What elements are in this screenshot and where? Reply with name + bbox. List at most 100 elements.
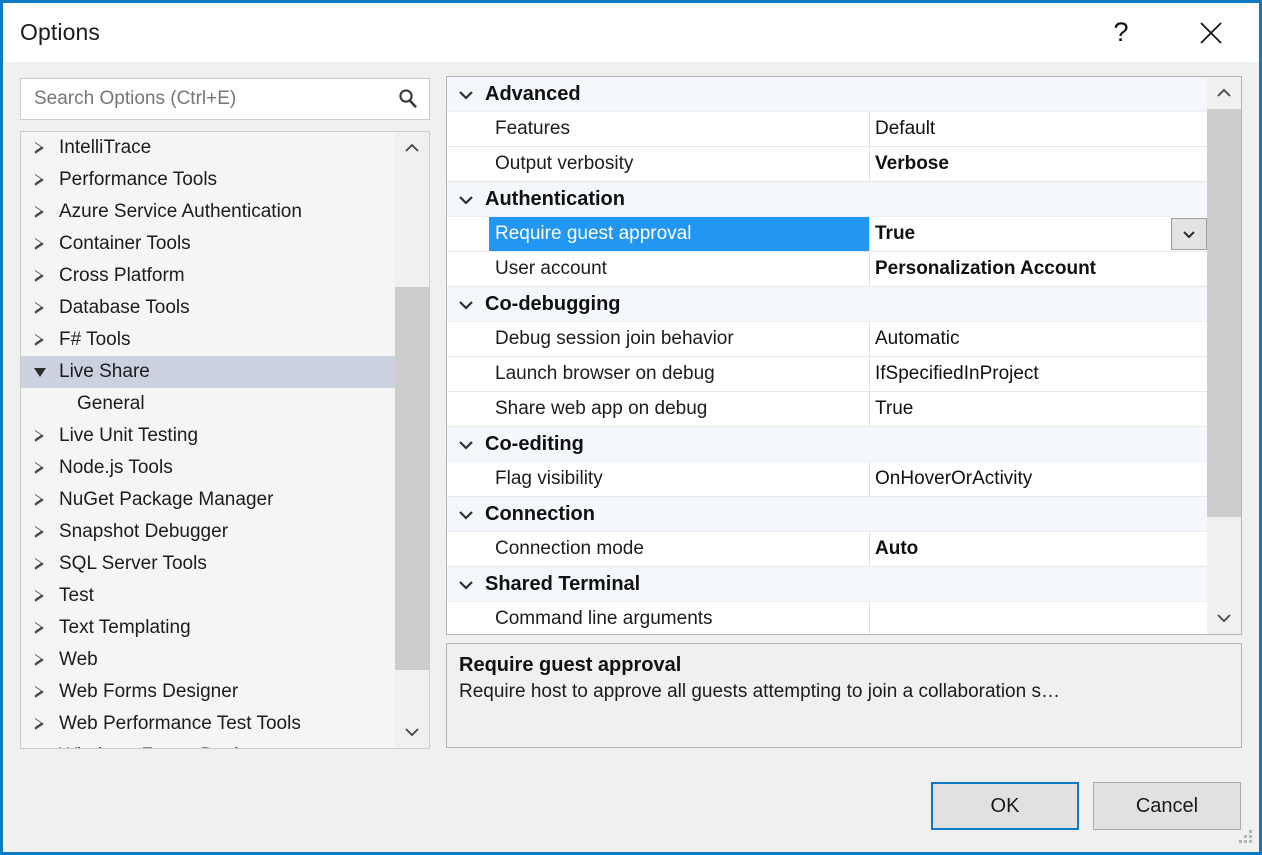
tree-scrollbar[interactable] — [395, 132, 429, 748]
property-value[interactable]: IfSpecifiedInProject — [869, 357, 1207, 391]
grid-category-shared-terminal[interactable]: Shared Terminal — [447, 567, 1207, 602]
property-value[interactable]: Auto — [869, 532, 1207, 566]
grid-row-share-web-app-on-debug[interactable]: Share web app on debugTrue — [447, 392, 1207, 427]
tree-item-test[interactable]: Test — [21, 580, 395, 612]
tree-expand-toggle[interactable] — [27, 174, 51, 187]
cancel-button[interactable]: Cancel — [1093, 782, 1241, 830]
search-input[interactable] — [21, 88, 387, 110]
grid-category-advanced[interactable]: Advanced — [447, 77, 1207, 112]
tree-item-f-tools[interactable]: F# Tools — [21, 324, 395, 356]
grid-row-flag-visibility[interactable]: Flag visibilityOnHoverOrActivity — [447, 462, 1207, 497]
tree-item-windows-forms-designer[interactable]: Windows Forms Designer — [21, 740, 395, 749]
property-value[interactable]: Default — [869, 112, 1207, 146]
grid-row-require-guest-approval[interactable]: Require guest approvalTrue — [447, 217, 1207, 252]
tree-collapse-toggle[interactable] — [27, 366, 51, 379]
tree-item-intellitrace[interactable]: IntelliTrace — [21, 132, 395, 164]
tree-scroll-thumb[interactable] — [395, 287, 429, 670]
property-value[interactable]: OnHoverOrActivity — [869, 462, 1207, 496]
property-value[interactable]: True — [869, 392, 1207, 426]
grid-row-command-line-arguments[interactable]: Command line arguments — [447, 602, 1207, 635]
tree-item-text-templating[interactable]: Text Templating — [21, 612, 395, 644]
tree-item-live-unit-testing[interactable]: Live Unit Testing — [21, 420, 395, 452]
grid-scrollbar[interactable] — [1207, 77, 1241, 634]
category-collapse-toggle[interactable] — [447, 88, 485, 101]
tree-expand-toggle[interactable] — [27, 142, 51, 155]
help-button[interactable]: ? — [1093, 3, 1149, 62]
property-value[interactable]: Verbose — [869, 147, 1207, 181]
search-box[interactable] — [20, 78, 430, 120]
tree-expand-toggle[interactable] — [27, 558, 51, 571]
tree-item-web-performance-test-tools[interactable]: Web Performance Test Tools — [21, 708, 395, 740]
tree-expand-toggle[interactable] — [27, 494, 51, 507]
property-name: Features — [489, 112, 869, 146]
tree-item-web-forms-designer[interactable]: Web Forms Designer — [21, 676, 395, 708]
triangle-right-icon — [35, 622, 44, 635]
tree-expand-toggle[interactable] — [27, 654, 51, 667]
grid-scroll-down-button[interactable] — [1207, 602, 1241, 634]
grid-row-features[interactable]: FeaturesDefault — [447, 112, 1207, 147]
grid-row-output-verbosity[interactable]: Output verbosityVerbose — [447, 147, 1207, 182]
triangle-right-icon — [35, 334, 44, 347]
options-property-grid[interactable]: AdvancedFeaturesDefaultOutput verbosityV… — [446, 76, 1242, 635]
tree-expand-toggle[interactable] — [27, 238, 51, 251]
tree-item-azure-service-authentication[interactable]: Azure Service Authentication — [21, 196, 395, 228]
grid-scroll-up-button[interactable] — [1207, 77, 1241, 109]
ok-button[interactable]: OK — [931, 782, 1079, 830]
tree-expand-toggle[interactable] — [27, 590, 51, 603]
triangle-right-icon — [35, 462, 44, 475]
tree-item-node-js-tools[interactable]: Node.js Tools — [21, 452, 395, 484]
tree-expand-toggle[interactable] — [27, 430, 51, 443]
tree-item-database-tools[interactable]: Database Tools — [21, 292, 395, 324]
tree-item-snapshot-debugger[interactable]: Snapshot Debugger — [21, 516, 395, 548]
grid-row-launch-browser-on-debug[interactable]: Launch browser on debugIfSpecifiedInProj… — [447, 357, 1207, 392]
grid-category-authentication[interactable]: Authentication — [447, 182, 1207, 217]
property-name: Flag visibility — [489, 462, 869, 496]
grid-scroll-thumb[interactable] — [1207, 109, 1241, 517]
close-button[interactable] — [1183, 3, 1239, 62]
grid-row-connection-mode[interactable]: Connection modeAuto — [447, 532, 1207, 567]
tree-expand-toggle[interactable] — [27, 302, 51, 315]
chevron-down-icon — [456, 298, 476, 311]
property-value[interactable]: Personalization Account — [869, 252, 1207, 286]
tree-item-web[interactable]: Web — [21, 644, 395, 676]
tree-item-nuget-package-manager[interactable]: NuGet Package Manager — [21, 484, 395, 516]
category-collapse-toggle[interactable] — [447, 578, 485, 591]
category-label: Connection — [485, 503, 595, 526]
tree-scroll-up-button[interactable] — [395, 132, 429, 164]
property-value[interactable]: True — [869, 217, 1207, 251]
resize-grip[interactable] — [1237, 830, 1253, 846]
property-value[interactable] — [869, 602, 1207, 635]
tree-item-sql-server-tools[interactable]: SQL Server Tools — [21, 548, 395, 580]
category-collapse-toggle[interactable] — [447, 193, 485, 206]
tree-item-container-tools[interactable]: Container Tools — [21, 228, 395, 260]
tree-expand-toggle[interactable] — [27, 526, 51, 539]
tree-expand-toggle[interactable] — [27, 206, 51, 219]
triangle-right-icon — [35, 526, 44, 539]
tree-expand-toggle[interactable] — [27, 718, 51, 731]
tree-expand-toggle[interactable] — [27, 462, 51, 475]
search-icon[interactable] — [387, 79, 429, 119]
tree-expand-toggle[interactable] — [27, 270, 51, 283]
grid-category-connection[interactable]: Connection — [447, 497, 1207, 532]
tree-item-live-share[interactable]: Live Share — [21, 356, 395, 388]
grid-row-user-account[interactable]: User accountPersonalization Account — [447, 252, 1207, 287]
property-value[interactable]: Automatic — [869, 322, 1207, 356]
tree-scroll-down-button[interactable] — [395, 716, 429, 748]
tree-expand-toggle[interactable] — [27, 334, 51, 347]
tree-item-performance-tools[interactable]: Performance Tools — [21, 164, 395, 196]
tree-expand-toggle[interactable] — [27, 686, 51, 699]
tree-item-cross-platform[interactable]: Cross Platform — [21, 260, 395, 292]
grid-row-debug-session-join-behavior[interactable]: Debug session join behaviorAutomatic — [447, 322, 1207, 357]
grid-category-co-editing[interactable]: Co-editing — [447, 427, 1207, 462]
value-dropdown-button[interactable] — [1171, 218, 1207, 250]
tree-item-general[interactable]: General — [21, 388, 395, 420]
tree-item-label: Web Performance Test Tools — [51, 713, 301, 735]
category-collapse-toggle[interactable] — [447, 508, 485, 521]
grid-category-co-debugging[interactable]: Co-debugging — [447, 287, 1207, 322]
options-category-tree[interactable]: IntelliTracePerformance ToolsAzure Servi… — [20, 131, 430, 749]
category-collapse-toggle[interactable] — [447, 298, 485, 311]
tree-expand-toggle[interactable] — [27, 622, 51, 635]
chevron-down-icon — [403, 726, 421, 738]
property-name: Require guest approval — [489, 217, 869, 251]
category-collapse-toggle[interactable] — [447, 438, 485, 451]
